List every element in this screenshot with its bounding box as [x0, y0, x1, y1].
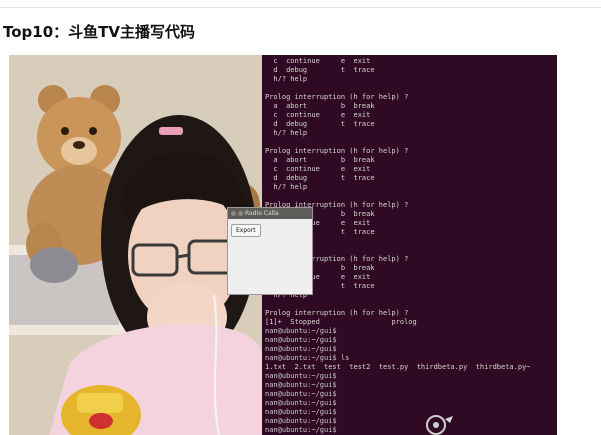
terminal-line: nan@ubuntu:~/gui$ [265, 327, 337, 335]
terminal-line: [1]+ Stopped prolog [265, 318, 417, 326]
article-heading: Top10：斗鱼TV主播写代码 [3, 23, 195, 41]
terminal-line: h/? help [265, 75, 308, 83]
terminal-line: nan@ubuntu:~/gui$ [265, 381, 337, 389]
terminal-line: c continue e exit [265, 165, 371, 173]
terminal-line: h/? help [265, 183, 308, 191]
terminal-line: h/? help [265, 129, 308, 137]
dialog-titlebar: Radio Calla [228, 208, 312, 219]
export-button[interactable]: Export [231, 224, 261, 237]
window-close-icon [231, 211, 236, 216]
watermark-logo [426, 415, 453, 435]
terminal-line: nan@ubuntu:~/gui$ [265, 426, 337, 434]
terminal-line: c continue e exit [265, 57, 371, 65]
terminal-line: a abort b break [265, 156, 375, 164]
terminal-line: Prolog interruption (h for help) ? [265, 93, 409, 101]
terminal-line: nan@ubuntu:~/gui$ [265, 372, 337, 380]
streamer-webcam [9, 55, 262, 435]
window-minimize-icon [238, 211, 243, 216]
terminal-line: nan@ubuntu:~/gui$ [265, 345, 337, 353]
article-photo: c continue e exit d debug t trace h/? he… [9, 55, 557, 435]
webcam-image [9, 55, 262, 435]
terminal-line: nan@ubuntu:~/gui$ [265, 417, 337, 425]
terminal-line: nan@ubuntu:~/gui$ [265, 390, 337, 398]
top-divider [0, 7, 601, 8]
terminal-line: d debug t trace [265, 120, 375, 128]
radio-dialog-window: Radio Calla Export [227, 207, 313, 295]
terminal-line: 1.txt 2.txt test test2 test.py thirdbeta… [265, 363, 531, 371]
terminal-line: c continue e exit [265, 111, 371, 119]
terminal-line: a abort b break [265, 102, 375, 110]
terminal-line: d debug t trace [265, 66, 375, 74]
terminal-line: nan@ubuntu:~/gui$ [265, 399, 337, 407]
terminal-line: nan@ubuntu:~/gui$ [265, 408, 337, 416]
terminal-line: nan@ubuntu:~/gui$ [265, 336, 337, 344]
terminal-line: Prolog interruption (h for help) ? [265, 147, 409, 155]
terminal-line: Prolog interruption (h for help) ? [265, 309, 409, 317]
dialog-title: Radio Calla [245, 210, 279, 217]
terminal-line: nan@ubuntu:~/gui$ ls [265, 354, 350, 362]
terminal-line: d debug t trace [265, 174, 375, 182]
